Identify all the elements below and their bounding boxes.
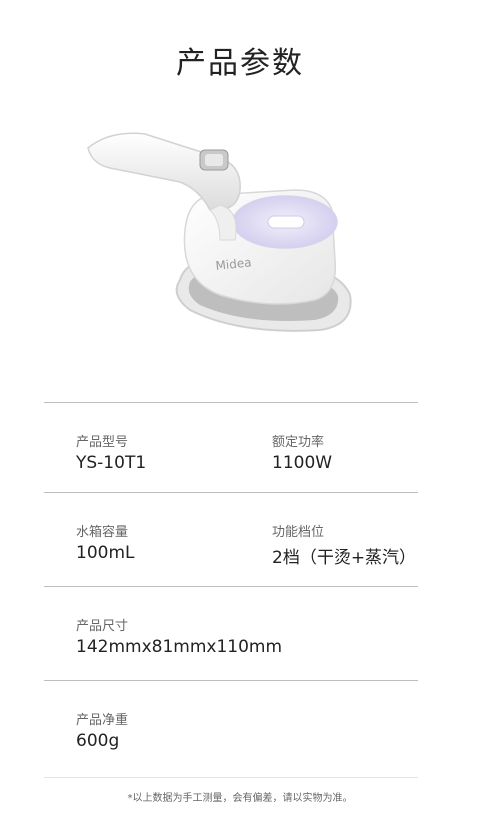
spec-value: 2档（干烫+蒸汽） bbox=[272, 548, 417, 568]
spec-value: 142mmx81mmx110mm bbox=[76, 637, 283, 657]
spec-row: 水箱容量 100mL 功能档位 2档（干烫+蒸汽） bbox=[44, 492, 418, 586]
spec-value: YS-10T1 bbox=[76, 453, 147, 473]
spec-value: 100mL bbox=[76, 543, 135, 563]
footnote: *以上数据为手工测量，会有偏差，请以实物为准。 bbox=[127, 793, 353, 804]
spec-table: 产品型号 YS-10T1 额定功率 1100W 水箱容量 100mL 功能档位 … bbox=[44, 402, 418, 778]
spec-label: 额定功率 bbox=[272, 435, 325, 450]
spec-row: 产品尺寸 142mmx81mmx110mm bbox=[44, 586, 418, 680]
spec-label: 功能档位 bbox=[272, 525, 325, 540]
spec-value: 1100W bbox=[272, 453, 333, 473]
spec-label: 水箱容量 bbox=[76, 525, 129, 540]
spec-label: 产品尺寸 bbox=[76, 619, 129, 634]
spec-label: 产品净重 bbox=[76, 713, 129, 728]
spec-label: 产品型号 bbox=[76, 435, 129, 450]
page-title: 产品参数 bbox=[176, 46, 304, 81]
product-image: Midea bbox=[70, 110, 390, 370]
spec-row: 产品净重 600g bbox=[44, 680, 418, 778]
spec-row: 产品型号 YS-10T1 额定功率 1100W bbox=[44, 402, 418, 492]
steamer-icon: Midea bbox=[87, 132, 352, 332]
spec-value: 600g bbox=[76, 731, 120, 751]
